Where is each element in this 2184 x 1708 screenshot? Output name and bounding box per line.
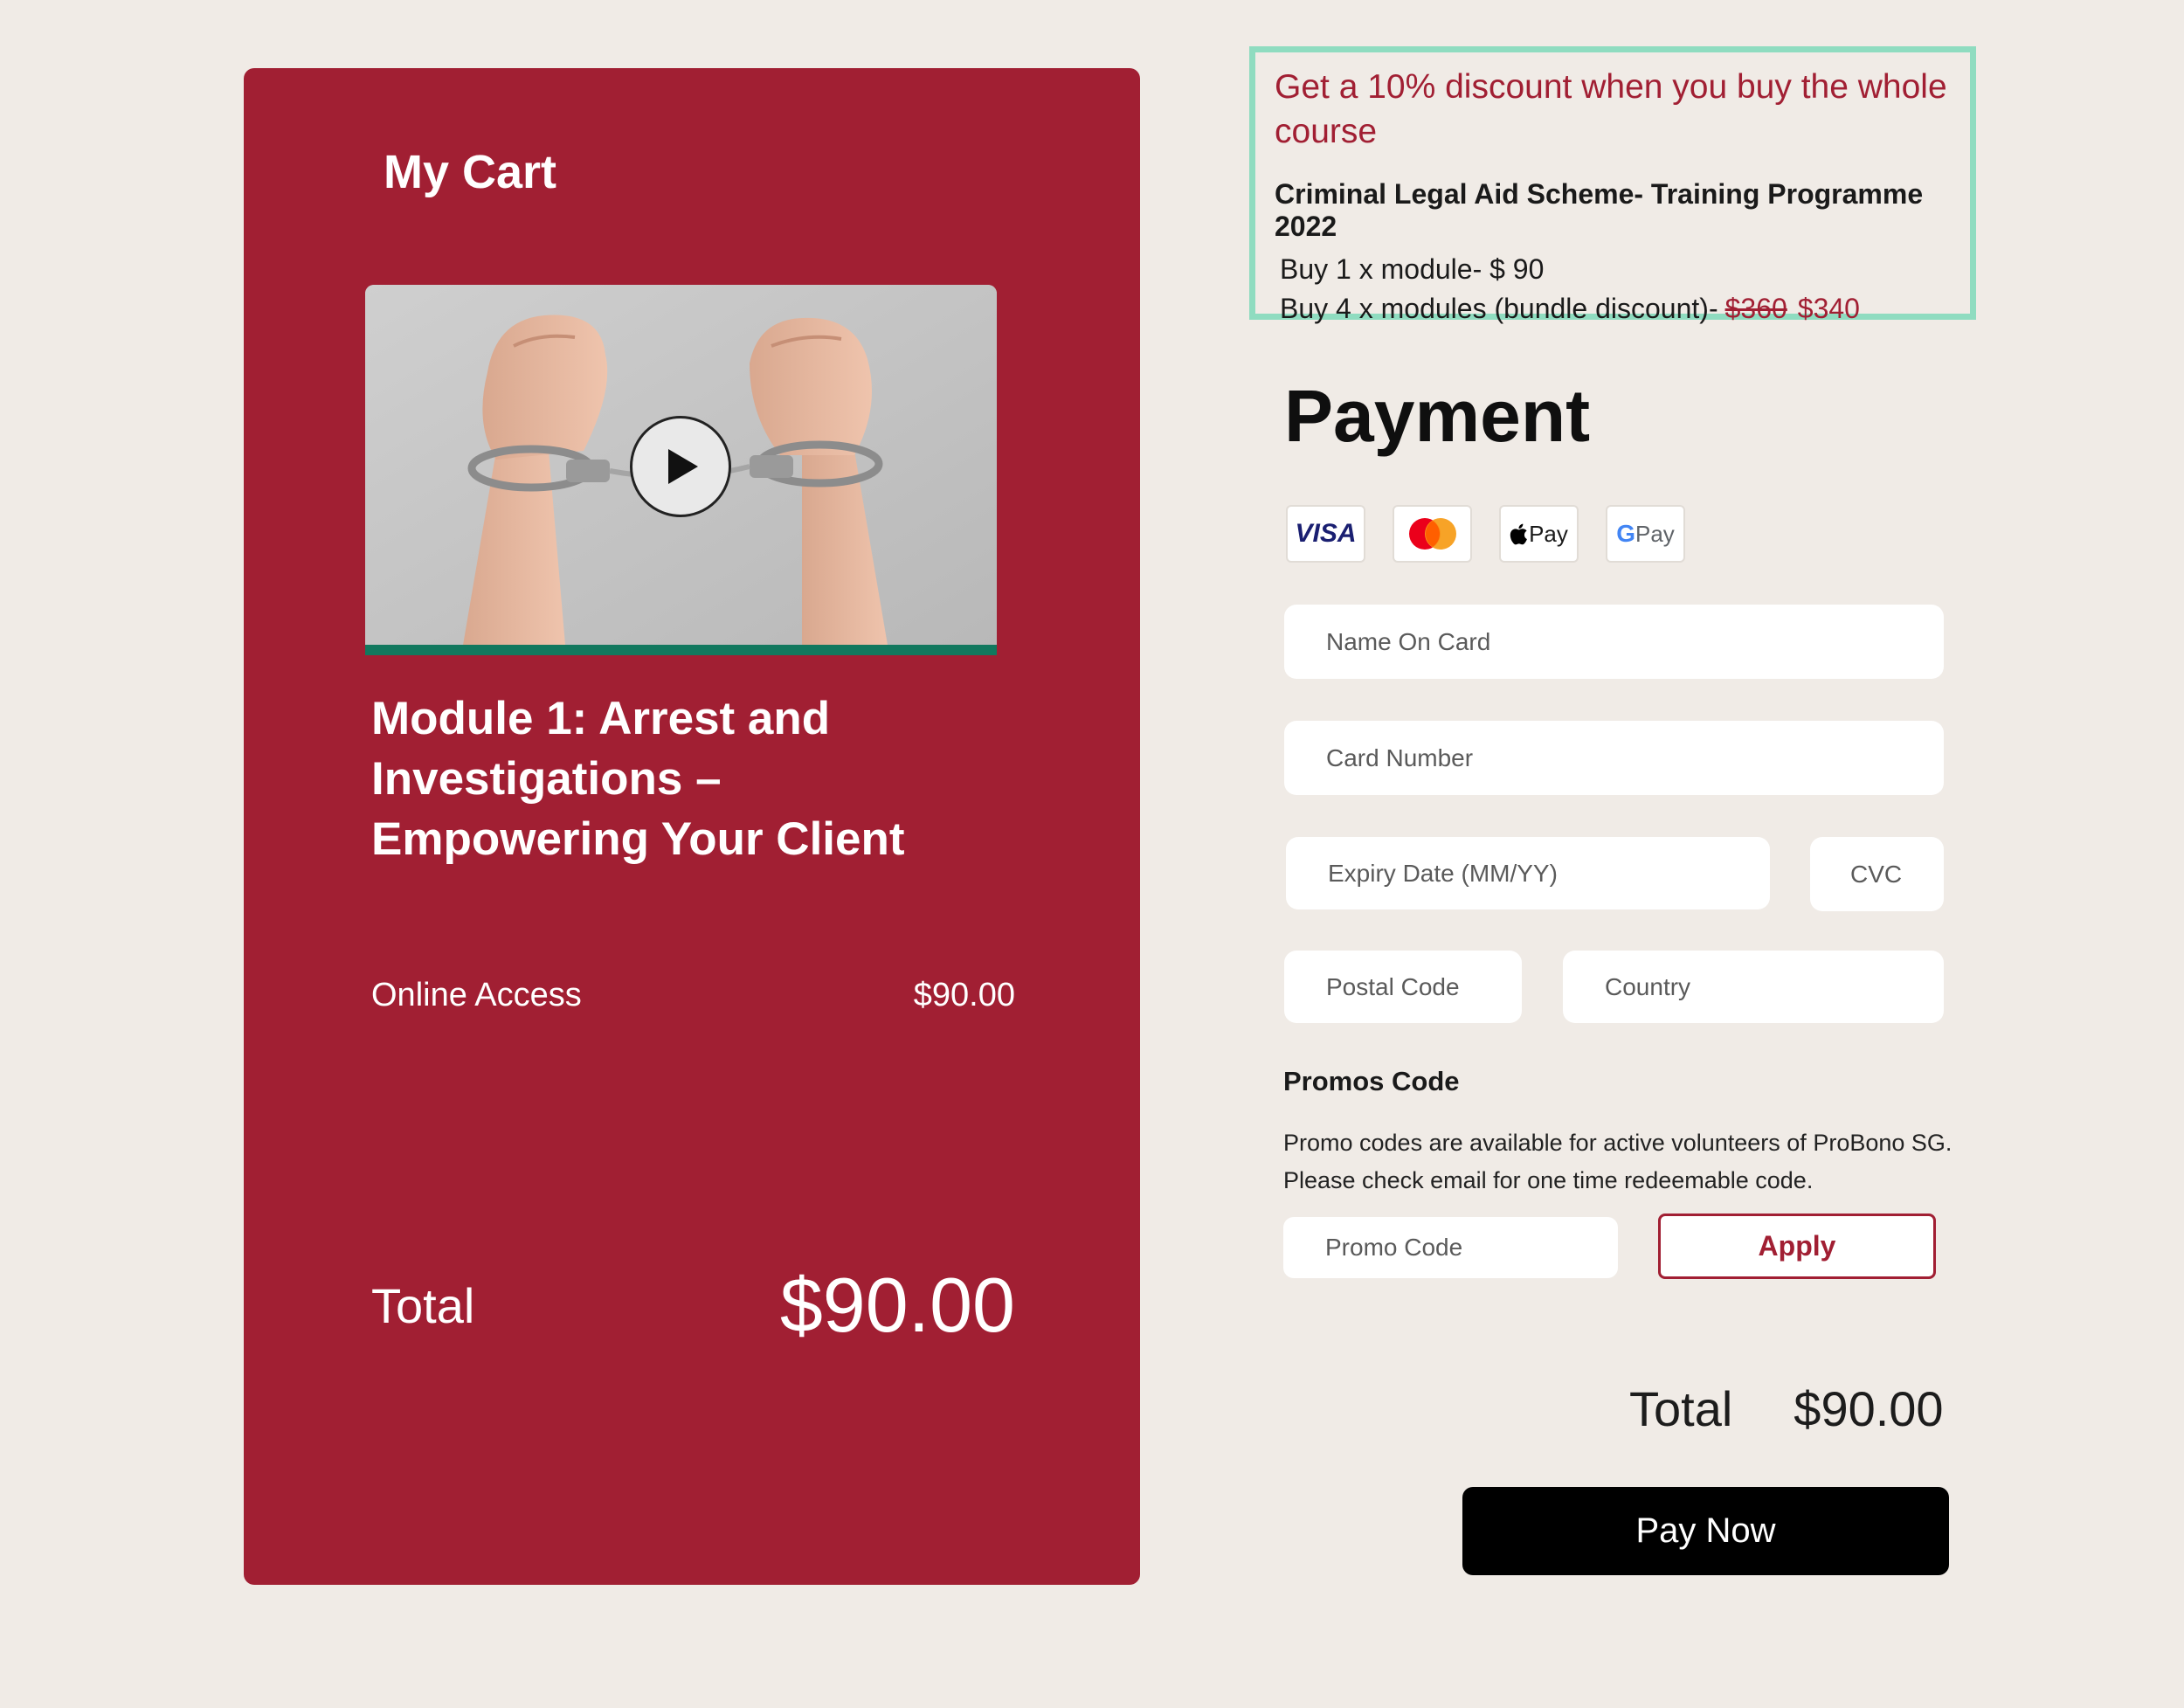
bundle-price: Buy 4 x modules (bundle discount)- $360 $3… <box>1275 293 1951 325</box>
course-name: Criminal Legal Aid Scheme- Training Prog… <box>1275 178 1924 242</box>
google-g-icon: G <box>1616 520 1635 547</box>
apple-logo-icon <box>1510 523 1527 545</box>
visa-icon[interactable]: VISA <box>1286 505 1365 563</box>
payment-total-label: Total <box>1629 1381 1733 1436</box>
new-price: $340 <box>1797 293 1860 324</box>
old-price: $360 <box>1724 293 1787 324</box>
access-price: $90.00 <box>913 977 1015 1013</box>
single-module-price: Buy 1 x module- $ 90 <box>1280 253 1545 285</box>
cart-total-value: $90.00 <box>779 1262 1015 1348</box>
cvc-field[interactable] <box>1810 837 1944 911</box>
promo-code-input[interactable] <box>1283 1217 1618 1278</box>
promo-code-description: Promo codes are available for active vol… <box>1283 1124 1982 1200</box>
access-label: Online Access <box>371 977 582 1013</box>
discount-headline: Get a 10% discount when you buy the whol… <box>1275 68 1947 150</box>
expiry-date-field[interactable] <box>1286 837 1770 909</box>
country-field[interactable] <box>1563 951 1944 1023</box>
payment-total-value: $90.00 <box>1794 1381 1944 1436</box>
apply-button[interactable]: Apply <box>1658 1214 1936 1279</box>
line-item: Online Access $90.00 <box>371 977 1015 1014</box>
play-icon <box>668 449 698 484</box>
postal-code-field[interactable] <box>1284 951 1522 1023</box>
payment-total: Total $90.00 <box>1629 1380 1944 1437</box>
google-pay-label: Pay <box>1635 520 1675 547</box>
video-progress-bar <box>365 645 997 655</box>
card-number-field[interactable] <box>1284 721 1944 795</box>
cart-total: Total $90.00 <box>371 1261 1015 1350</box>
bundle-price-label: Buy 4 x modules (bundle discount)- <box>1280 293 1718 324</box>
payment-methods: VISA Pay G Pay <box>1286 505 1685 563</box>
mastercard-icon[interactable] <box>1393 505 1472 563</box>
promo-desc-line-2: Please check email for one time redeemab… <box>1283 1167 1814 1193</box>
cart-total-label: Total <box>371 1277 475 1333</box>
cart-panel: My Cart Module 1: Arrest and Investigati… <box>244 68 1140 1585</box>
pay-now-button[interactable]: Pay Now <box>1462 1487 1949 1575</box>
module-title: Module 1: Arrest and Investigations – Em… <box>371 693 905 865</box>
cart-title: My Cart <box>384 146 557 198</box>
bundle-discount-banner: Get a 10% discount when you buy the whol… <box>1249 46 1976 324</box>
video-thumbnail[interactable] <box>365 285 997 655</box>
name-on-card-field[interactable] <box>1284 605 1944 679</box>
promo-desc-line-1: Promo codes are available for active vol… <box>1283 1130 1952 1156</box>
apple-pay-label: Pay <box>1529 520 1568 547</box>
google-pay-icon[interactable]: G Pay <box>1606 505 1685 563</box>
play-button[interactable] <box>630 416 731 517</box>
apple-pay-icon[interactable]: Pay <box>1499 505 1579 563</box>
payment-title: Payment <box>1284 375 1591 457</box>
mastercard-logo <box>1408 518 1456 550</box>
visa-label: VISA <box>1295 519 1357 548</box>
promo-code-heading: Promos Code <box>1283 1066 1460 1096</box>
